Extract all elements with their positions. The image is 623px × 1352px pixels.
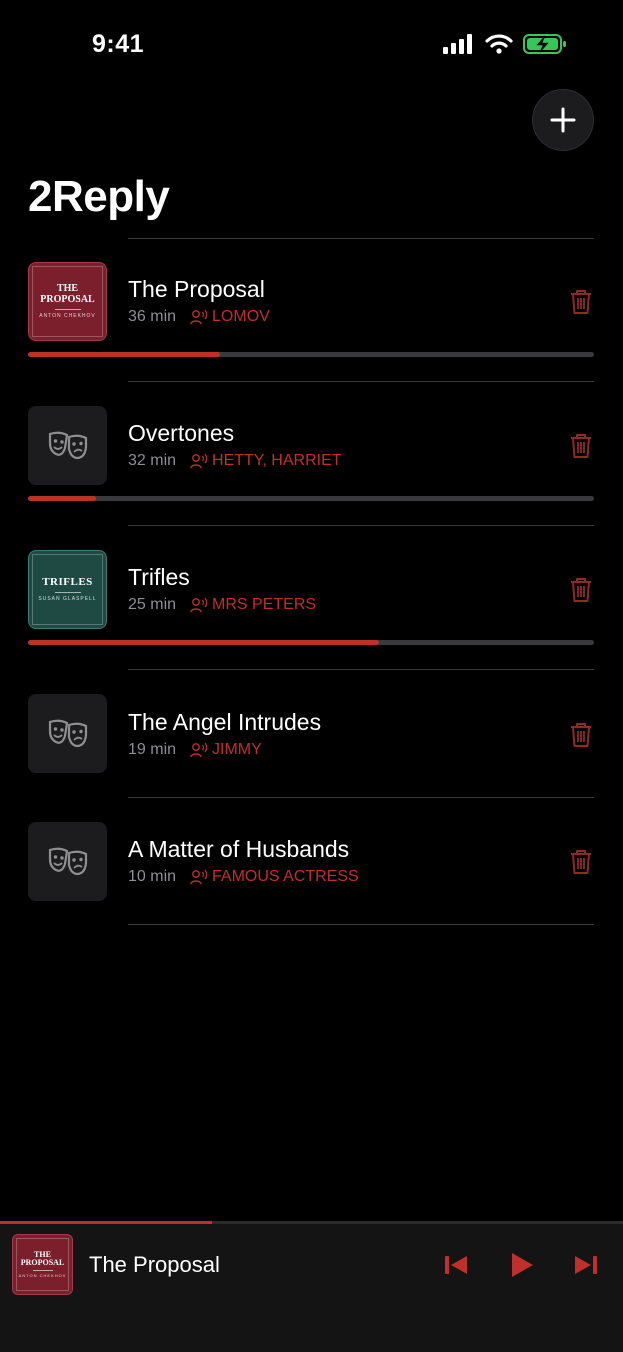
divider bbox=[128, 797, 594, 798]
theater-masks-icon bbox=[48, 847, 87, 875]
add-button[interactable] bbox=[532, 89, 594, 151]
trash-icon bbox=[571, 290, 591, 314]
cover-author: SUSAN GLASPELL bbox=[38, 596, 97, 603]
progress-bar bbox=[28, 496, 594, 501]
item-role: FAMOUS ACTRESS bbox=[212, 868, 359, 885]
next-button[interactable] bbox=[569, 1249, 603, 1281]
delete-button[interactable] bbox=[568, 431, 594, 461]
trash-icon bbox=[571, 578, 591, 602]
item-title: The Proposal bbox=[128, 276, 265, 302]
delete-button[interactable] bbox=[568, 287, 594, 317]
trash-icon bbox=[571, 723, 591, 747]
divider bbox=[128, 924, 594, 925]
progress-bar bbox=[28, 640, 594, 645]
speaking-person-icon bbox=[190, 309, 208, 325]
page-title: 2Reply bbox=[28, 172, 170, 221]
item-role: MRS PETERS bbox=[212, 596, 317, 613]
divider bbox=[128, 381, 594, 382]
delete-button[interactable] bbox=[568, 847, 594, 877]
speaking-person-icon bbox=[190, 742, 208, 758]
divider bbox=[128, 238, 594, 239]
battery-charging-icon bbox=[523, 34, 566, 54]
trash-icon bbox=[571, 434, 591, 458]
item-title: A Matter of Husbands bbox=[128, 836, 350, 862]
speaking-person-icon bbox=[190, 453, 208, 469]
item-meta: 25 min MRS PETERS bbox=[128, 596, 316, 614]
divider bbox=[128, 669, 594, 670]
delete-button[interactable] bbox=[568, 575, 594, 605]
skip-forward-icon bbox=[575, 1256, 597, 1274]
item-meta: 19 min JIMMY bbox=[128, 741, 262, 759]
status-bar: 9:41 bbox=[0, 0, 623, 90]
player-cover-thumbnail: THE PROPOSAL ANTON CHEKHOV bbox=[12, 1234, 73, 1295]
speaking-person-icon bbox=[190, 869, 208, 885]
plus-icon bbox=[550, 107, 576, 133]
item-meta: 36 min LOMOV bbox=[128, 308, 270, 326]
theater-masks-icon bbox=[48, 719, 87, 747]
item-duration: 19 min bbox=[128, 741, 177, 758]
item-duration: 32 min bbox=[128, 452, 177, 469]
divider bbox=[128, 525, 594, 526]
cover-thumbnail: THE PROPOSAL ANTON CHEKHOV bbox=[28, 262, 107, 341]
item-title: Overtones bbox=[128, 420, 235, 446]
cover-title: THE PROPOSAL bbox=[40, 283, 95, 305]
play-button[interactable] bbox=[505, 1249, 539, 1281]
wifi-icon bbox=[485, 34, 513, 54]
theater-masks-icon bbox=[48, 431, 87, 459]
item-role: HETTY, HARRIET bbox=[212, 452, 342, 469]
progress-bar bbox=[28, 352, 594, 357]
thumbnail bbox=[28, 822, 107, 901]
thumbnail bbox=[28, 694, 107, 773]
item-role: LOMOV bbox=[212, 308, 270, 325]
status-icons bbox=[443, 33, 567, 55]
cover-thumbnail: TRIFLES SUSAN GLASPELL bbox=[28, 550, 107, 629]
cover-author: ANTON CHEKHOV bbox=[18, 1273, 67, 1279]
delete-button[interactable] bbox=[568, 720, 594, 750]
item-role: JIMMY bbox=[212, 741, 262, 758]
status-time: 9:41 bbox=[92, 30, 145, 58]
player-progress-bar[interactable] bbox=[0, 1221, 623, 1224]
speaking-person-icon bbox=[190, 597, 208, 613]
player-title: The Proposal bbox=[89, 1252, 220, 1277]
item-meta: 10 min FAMOUS ACTRESS bbox=[128, 868, 359, 886]
cover-title: THE PROPOSAL bbox=[20, 1249, 65, 1267]
previous-button[interactable] bbox=[439, 1249, 473, 1281]
signal-icon bbox=[443, 34, 472, 54]
item-duration: 25 min bbox=[128, 596, 177, 613]
item-meta: 32 min HETTY, HARRIET bbox=[128, 452, 342, 470]
skip-back-icon bbox=[445, 1256, 467, 1274]
cover-title: TRIFLES bbox=[42, 575, 93, 588]
thumbnail bbox=[28, 406, 107, 485]
item-duration: 36 min bbox=[128, 308, 177, 325]
play-icon bbox=[512, 1253, 533, 1277]
cover-author: ANTON CHEKHOV bbox=[39, 313, 96, 319]
trash-icon bbox=[571, 850, 591, 874]
item-title: The Angel Intrudes bbox=[128, 709, 322, 735]
item-duration: 10 min bbox=[128, 868, 177, 885]
mini-player[interactable]: THE PROPOSAL ANTON CHEKHOV The Proposal bbox=[0, 1221, 623, 1352]
item-title: Trifles bbox=[128, 564, 190, 590]
